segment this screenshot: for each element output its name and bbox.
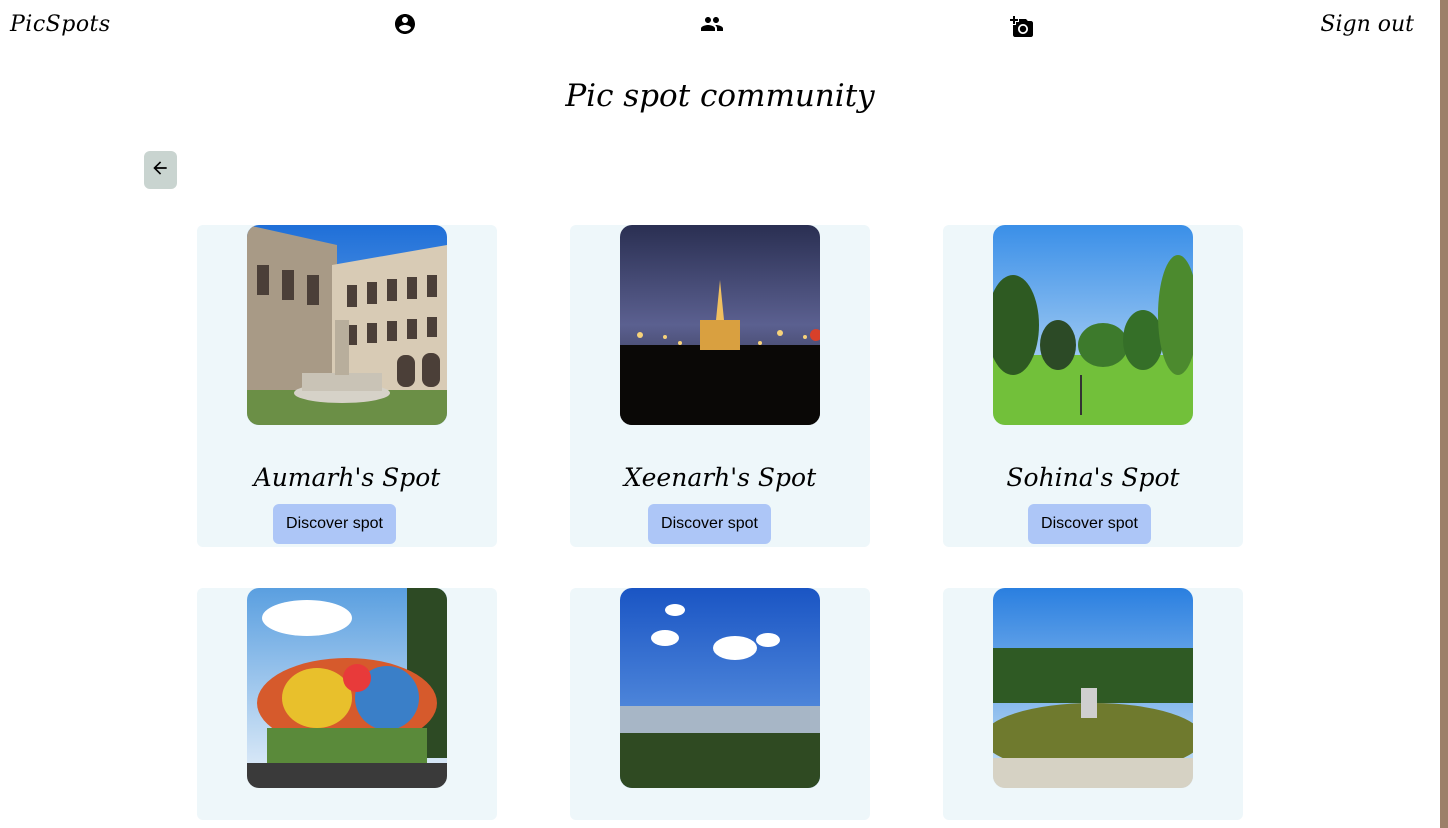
spot-card — [943, 588, 1243, 820]
add-photo-icon[interactable] — [1010, 15, 1034, 39]
discover-spot-button[interactable]: Discover spot — [273, 504, 396, 544]
sign-out-link[interactable]: Sign out — [1320, 12, 1414, 37]
account-circle-icon[interactable] — [393, 12, 417, 36]
brand-logo[interactable]: PicSpots — [10, 12, 111, 37]
spot-card — [570, 588, 870, 820]
spot-photo[interactable] — [247, 225, 447, 425]
page-title: Pic spot community — [565, 78, 875, 114]
back-button[interactable] — [144, 151, 177, 189]
spot-name: Sohina's Spot — [1006, 463, 1180, 492]
spot-name: Aumarh's Spot — [253, 463, 441, 492]
spot-photo[interactable] — [993, 225, 1193, 425]
window-edge — [1440, 0, 1448, 828]
spot-card: Xeenarh's Spot Discover spot — [570, 225, 870, 547]
spot-photo[interactable] — [620, 225, 820, 425]
people-icon[interactable] — [700, 12, 724, 36]
spot-name: Xeenarh's Spot — [623, 463, 817, 492]
spot-card: Sohina's Spot Discover spot — [943, 225, 1243, 547]
spot-photo[interactable] — [247, 588, 447, 788]
arrow-left-icon — [153, 161, 167, 175]
discover-spot-button[interactable]: Discover spot — [1028, 504, 1151, 544]
discover-spot-button[interactable]: Discover spot — [648, 504, 771, 544]
spot-card — [197, 588, 497, 820]
spot-card: Aumarh's Spot Discover spot — [197, 225, 497, 547]
spot-photo[interactable] — [993, 588, 1193, 788]
spot-photo[interactable] — [620, 588, 820, 788]
